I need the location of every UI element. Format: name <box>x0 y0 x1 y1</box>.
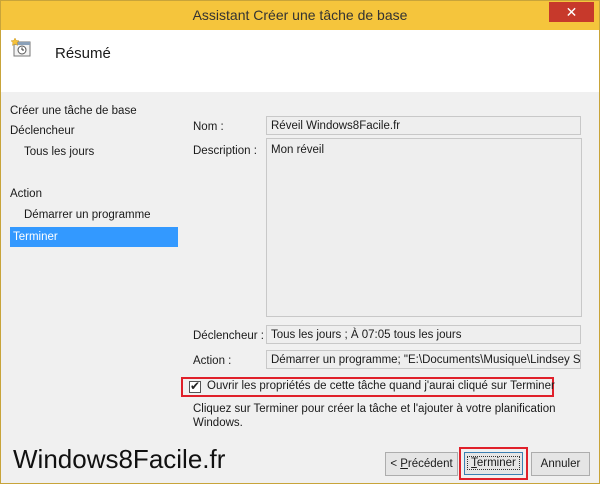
watermark-logo: Windows8Facile.fr <box>13 444 226 474</box>
trigger-label: Déclencheur : <box>193 330 264 342</box>
description-value: Mon réveil <box>271 144 325 156</box>
checkmark-icon: ✔ <box>190 379 201 393</box>
close-button[interactable]: ✕ <box>549 2 594 22</box>
help-text: Cliquez sur Terminer pour créer la tâche… <box>193 403 556 429</box>
description-field[interactable]: Mon réveil <box>266 138 582 317</box>
name-field[interactable]: Réveil Windows8Facile.fr <box>266 116 581 135</box>
wizard-header: Résumé <box>1 30 599 92</box>
finish-button-highlight: Terminer <box>459 447 528 480</box>
nav-item-finish[interactable]: Terminer <box>10 227 178 247</box>
trigger-field[interactable]: Tous les jours ; À 07:05 tous les jours <box>266 325 581 344</box>
nav-item-start-program[interactable]: Démarrer un programme <box>10 205 178 225</box>
previous-accesskey: P <box>400 458 408 470</box>
nav-item-create-basic-task[interactable]: Créer une tâche de base <box>10 101 178 121</box>
open-properties-highlight: ✔ Ouvrir les propriétés de cette tâche q… <box>181 377 555 397</box>
action-label: Action : <box>193 355 232 367</box>
description-label: Description : <box>193 145 257 157</box>
wizard-window: Assistant Créer une tâche de base ✕ Résu… <box>0 0 600 484</box>
action-field[interactable]: Démarrer un programme; "E:\Documents\Mus… <box>266 350 581 369</box>
open-properties-checkbox[interactable]: ✔ <box>189 379 201 393</box>
previous-prefix: < <box>390 458 401 470</box>
nav-item-action[interactable]: Action <box>10 184 178 204</box>
name-label: Nom : <box>193 121 224 133</box>
nav-item-trigger[interactable]: Déclencheur <box>10 121 178 141</box>
open-properties-label[interactable]: Ouvrir les propriétés de cette tâche qua… <box>207 380 555 392</box>
close-icon: ✕ <box>565 4 578 20</box>
finish-button[interactable]: Terminer <box>464 452 523 475</box>
finish-focus-rect: Terminer <box>467 456 520 470</box>
previous-label: récédent <box>407 458 453 470</box>
task-scheduler-icon <box>11 38 31 57</box>
window-title: Assistant Créer une tâche de base <box>192 7 408 23</box>
previous-button[interactable]: < Précédent <box>385 452 458 476</box>
title-bar[interactable]: Assistant Créer une tâche de base ✕ <box>1 1 599 30</box>
page-title: Résumé <box>55 45 111 62</box>
cancel-button[interactable]: Annuler <box>531 452 590 476</box>
finish-label: erminer <box>476 457 516 469</box>
nav-item-daily[interactable]: Tous les jours <box>10 142 178 162</box>
